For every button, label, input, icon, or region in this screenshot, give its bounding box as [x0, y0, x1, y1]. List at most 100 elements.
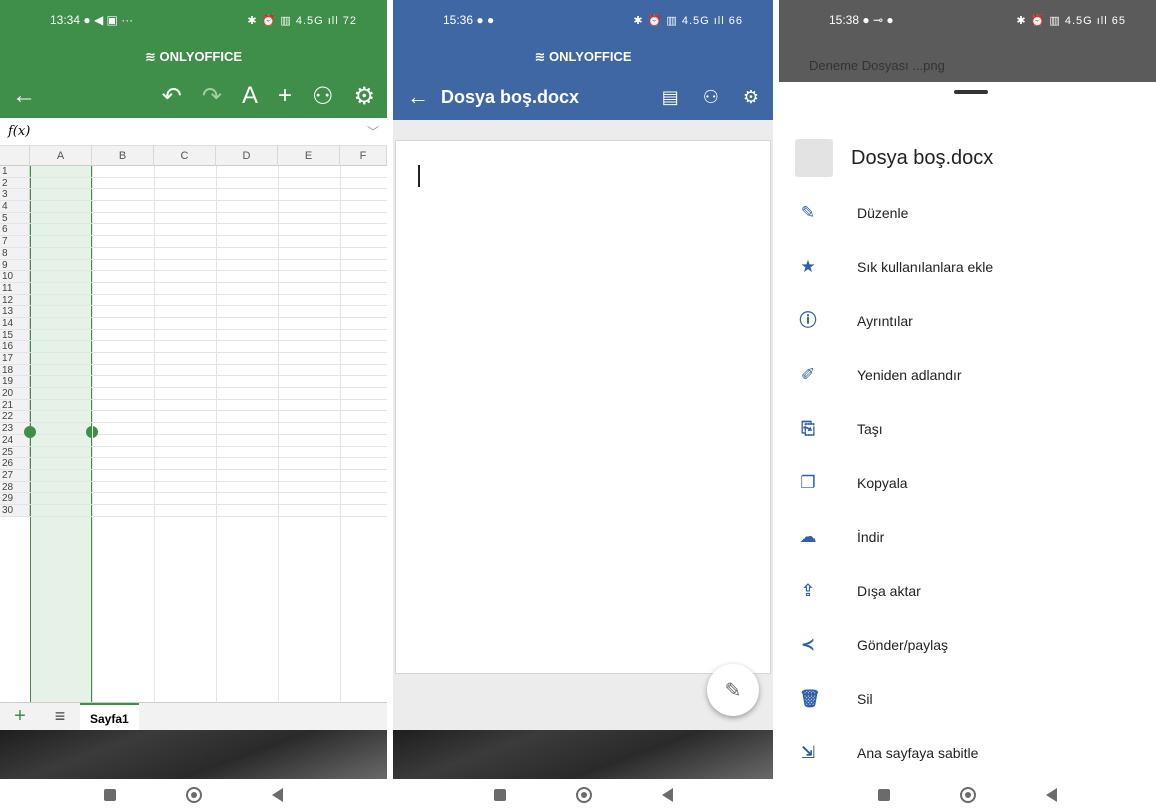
menu-item-s-k-kullan-lanlara-ekle[interactable]: ★ Sık kullanılanlara ekle: [779, 240, 1156, 294]
status-left: 15:36 ● ●: [443, 13, 495, 27]
row-number[interactable]: 15: [0, 329, 30, 340]
row-number[interactable]: 20: [0, 388, 30, 399]
row-number[interactable]: 16: [0, 341, 30, 352]
grid-row: 18: [0, 364, 387, 377]
menu-item-d-a-aktar[interactable]: ⇪ Dışa aktar: [779, 564, 1156, 618]
document-page[interactable]: [395, 140, 771, 674]
menu-item-ta-[interactable]: ⎘ Taşı: [779, 402, 1156, 456]
back-nav-button[interactable]: [1046, 788, 1057, 802]
row-number[interactable]: 8: [0, 247, 30, 259]
menu-item-sil[interactable]: 🗑 Sil: [779, 672, 1156, 726]
collaborators-icon[interactable]: ⚇: [312, 82, 334, 111]
spreadsheet-toolbar: ← ↶ ↷ A + ⚇ ⚙: [0, 74, 387, 118]
edit-fab-button[interactable]: ✎: [707, 664, 759, 716]
row-number[interactable]: 14: [0, 317, 30, 329]
row-number[interactable]: 3: [0, 189, 30, 200]
back-button[interactable]: ←: [407, 84, 429, 110]
undo-button[interactable]: ↶: [162, 82, 182, 111]
select-all-corner[interactable]: [0, 146, 30, 166]
row-number[interactable]: 28: [0, 481, 30, 492]
row-number[interactable]: 18: [0, 364, 30, 376]
menu-item-d-zenle[interactable]: ✎ Düzenle: [779, 186, 1156, 240]
row-number[interactable]: 27: [0, 469, 30, 481]
row-number[interactable]: 12: [0, 294, 30, 305]
format-text-button[interactable]: A: [242, 82, 258, 110]
row-number[interactable]: 13: [0, 306, 30, 317]
view-mode-icon[interactable]: ▤: [662, 87, 679, 108]
file-thumbnail: [795, 139, 833, 177]
row-number[interactable]: 5: [0, 212, 30, 224]
status-left: 15:38 ● ⊸ ●: [829, 13, 894, 27]
grid-row: 17: [0, 353, 387, 365]
row-number[interactable]: 4: [0, 201, 30, 212]
menu-item-label: Sık kullanılanlara ekle: [857, 259, 994, 275]
fx-icon: f(x): [8, 124, 31, 139]
bottom-sheet: Dosya boş.docx ✎ Düzenle ★ Sık kullanılanla…: [779, 82, 1156, 779]
row-number[interactable]: 19: [0, 376, 30, 387]
column-header[interactable]: A: [30, 146, 92, 166]
document-screen: 15:36 ● ● ✱ ⏰ ▥ 4.5G ıll 66 ≋ ONLYOFFICE…: [393, 0, 773, 811]
row-number[interactable]: 26: [0, 458, 30, 469]
document-title: Dosya boş.docx: [441, 86, 580, 107]
menu-item-label: Yeniden adlandır: [857, 367, 962, 383]
sheet-list-button[interactable]: ≡: [40, 706, 80, 727]
recents-button[interactable]: [104, 789, 116, 801]
recents-button[interactable]: [493, 789, 506, 801]
row-number[interactable]: 2: [0, 177, 30, 189]
row-number[interactable]: 10: [0, 271, 30, 282]
add-button[interactable]: +: [278, 82, 292, 110]
row-number[interactable]: 29: [0, 493, 30, 504]
row-number[interactable]: 17: [0, 353, 30, 364]
column-header[interactable]: C: [154, 146, 216, 166]
row-number[interactable]: 7: [0, 236, 30, 247]
formula-bar[interactable]: f(x) ﹀: [0, 118, 387, 146]
back-nav-button[interactable]: [272, 788, 283, 802]
back-nav-button[interactable]: [661, 788, 673, 802]
row-number[interactable]: 6: [0, 224, 30, 235]
android-nav-bar: [393, 779, 773, 811]
android-nav-bar: [779, 779, 1156, 811]
menu-item-g-nder-payla-[interactable]: ≺ Gönder/paylaş: [779, 618, 1156, 672]
dimmed-background[interactable]: Deneme Dosyası ...png: [779, 40, 1156, 82]
menu-item-ana-sayfaya-sabitle[interactable]: ⇲ Ana sayfaya sabitle: [779, 726, 1156, 780]
sheet-tab[interactable]: Sayfa1: [80, 702, 139, 731]
home-button[interactable]: [575, 787, 592, 803]
row-number[interactable]: 11: [0, 282, 30, 294]
settings-icon[interactable]: ⚙: [743, 87, 759, 108]
collaborators-icon[interactable]: ⚇: [703, 87, 719, 108]
spreadsheet-grid[interactable]: ABCDEF 1 2 3 4 5 6 7 8 9 10 11 12 13 14 15 16 17 18 19 20 21…: [0, 146, 387, 702]
recents-button[interactable]: [878, 789, 890, 801]
menu-item-yeniden-adland-r[interactable]: ✐ Yeniden adlandır: [779, 348, 1156, 402]
grid-row: 8: [0, 247, 387, 260]
row-number[interactable]: 9: [0, 259, 30, 270]
grid-row: 5: [0, 212, 387, 225]
menu-item-ayr-nt-lar[interactable]: ⓘ Ayrıntılar: [779, 294, 1156, 348]
home-button[interactable]: [186, 787, 202, 803]
row-number[interactable]: 1: [0, 166, 30, 177]
row-number[interactable]: 22: [0, 411, 30, 422]
sheet-drag-handle[interactable]: [954, 90, 988, 94]
row-number[interactable]: 25: [0, 446, 30, 457]
column-header[interactable]: D: [216, 146, 278, 166]
add-sheet-button[interactable]: +: [0, 705, 40, 728]
status-icons: ✱ ⏰ ▥ 4.5G ıll 66: [633, 14, 743, 27]
column-header[interactable]: E: [278, 146, 340, 166]
chevron-down-icon[interactable]: ﹀: [367, 123, 379, 140]
settings-icon[interactable]: ⚙: [353, 82, 375, 111]
home-button[interactable]: [960, 787, 976, 803]
redo-button[interactable]: ↷: [202, 82, 222, 111]
grid-row: 2: [0, 177, 387, 190]
menu-item-icon: ⇪: [800, 581, 816, 600]
grid-row: 29: [0, 493, 387, 505]
row-number[interactable]: 30: [0, 504, 30, 516]
selection-handle-left[interactable]: [24, 426, 36, 438]
row-number[interactable]: 21: [0, 399, 30, 411]
menu-item-i-ndir[interactable]: ☁ İndir: [779, 510, 1156, 564]
back-button[interactable]: ←: [12, 82, 36, 110]
grid-row: 24: [0, 434, 387, 447]
column-header[interactable]: B: [92, 146, 154, 166]
menu-item-kopyala[interactable]: ❐ Kopyala: [779, 456, 1156, 510]
column-header[interactable]: F: [340, 146, 387, 166]
menu-item-icon: 🗑: [799, 689, 821, 708]
grid-line: [92, 166, 93, 702]
